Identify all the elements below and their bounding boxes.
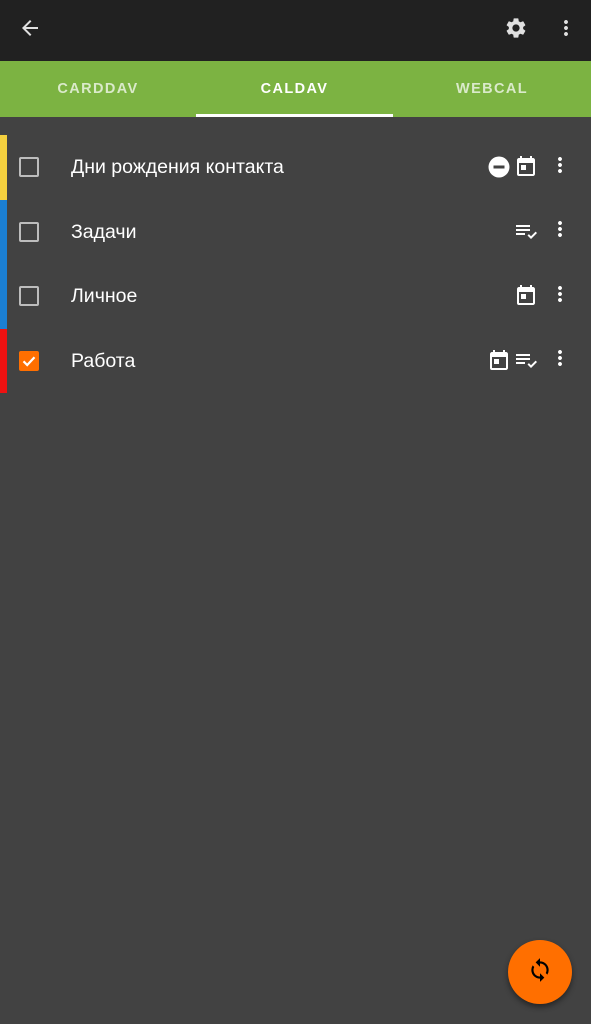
collection-label: Работа [71,349,136,372]
app-toolbar [0,0,591,61]
tab-caldav[interactable]: CALDAV [196,61,393,117]
collection-menu-button[interactable] [548,208,572,256]
collection-color-strip [0,135,7,200]
tab-indicator [196,114,393,117]
collection-label: Личное [71,285,138,307]
collection-color-strip [0,199,7,264]
tab-bar: CARDDAV CALDAV WEBCAL [0,61,591,117]
collection-color-strip [0,264,7,329]
arrow-back-icon [18,16,42,45]
list-item[interactable]: Задачи [0,199,591,264]
more-vert-icon [548,153,572,182]
settings-button[interactable] [492,6,540,54]
more-vert-icon [548,282,572,311]
sync-checkbox[interactable] [19,157,39,177]
more-vert-icon [554,16,578,45]
collection-menu-button[interactable] [548,337,572,385]
collection-menu-button[interactable] [548,272,572,320]
check-icon [22,355,36,367]
back-button[interactable] [6,6,54,54]
tasks-icon [514,349,538,373]
calendar-icon [514,284,538,308]
sync-icon [527,957,553,988]
overflow-menu-button[interactable] [542,6,590,54]
list-item[interactable]: Дни рождения контакта [0,135,591,200]
tab-webcal[interactable]: WEBCAL [393,61,591,117]
more-vert-icon [548,217,572,246]
sync-checkbox[interactable] [19,350,39,371]
collection-label: Задачи [71,220,137,243]
list-item[interactable]: Работа [0,328,591,393]
sync-button[interactable] [508,940,572,1004]
list-item[interactable]: Личное [0,264,591,329]
gear-icon [504,16,528,45]
collection-list: Дни рождения контакта Задачи Личное Рабо… [0,135,591,393]
calendar-icon [514,155,538,179]
tab-carddav[interactable]: CARDDAV [0,61,196,117]
collection-color-strip [0,328,7,393]
read-only-icon [487,155,511,179]
collection-menu-button[interactable] [548,143,572,191]
sync-checkbox[interactable] [19,286,39,306]
sync-checkbox[interactable] [19,221,39,242]
calendar-icon [487,349,511,373]
tasks-icon [514,220,538,244]
more-vert-icon [548,346,572,375]
collection-label: Дни рождения контакта [71,156,284,178]
